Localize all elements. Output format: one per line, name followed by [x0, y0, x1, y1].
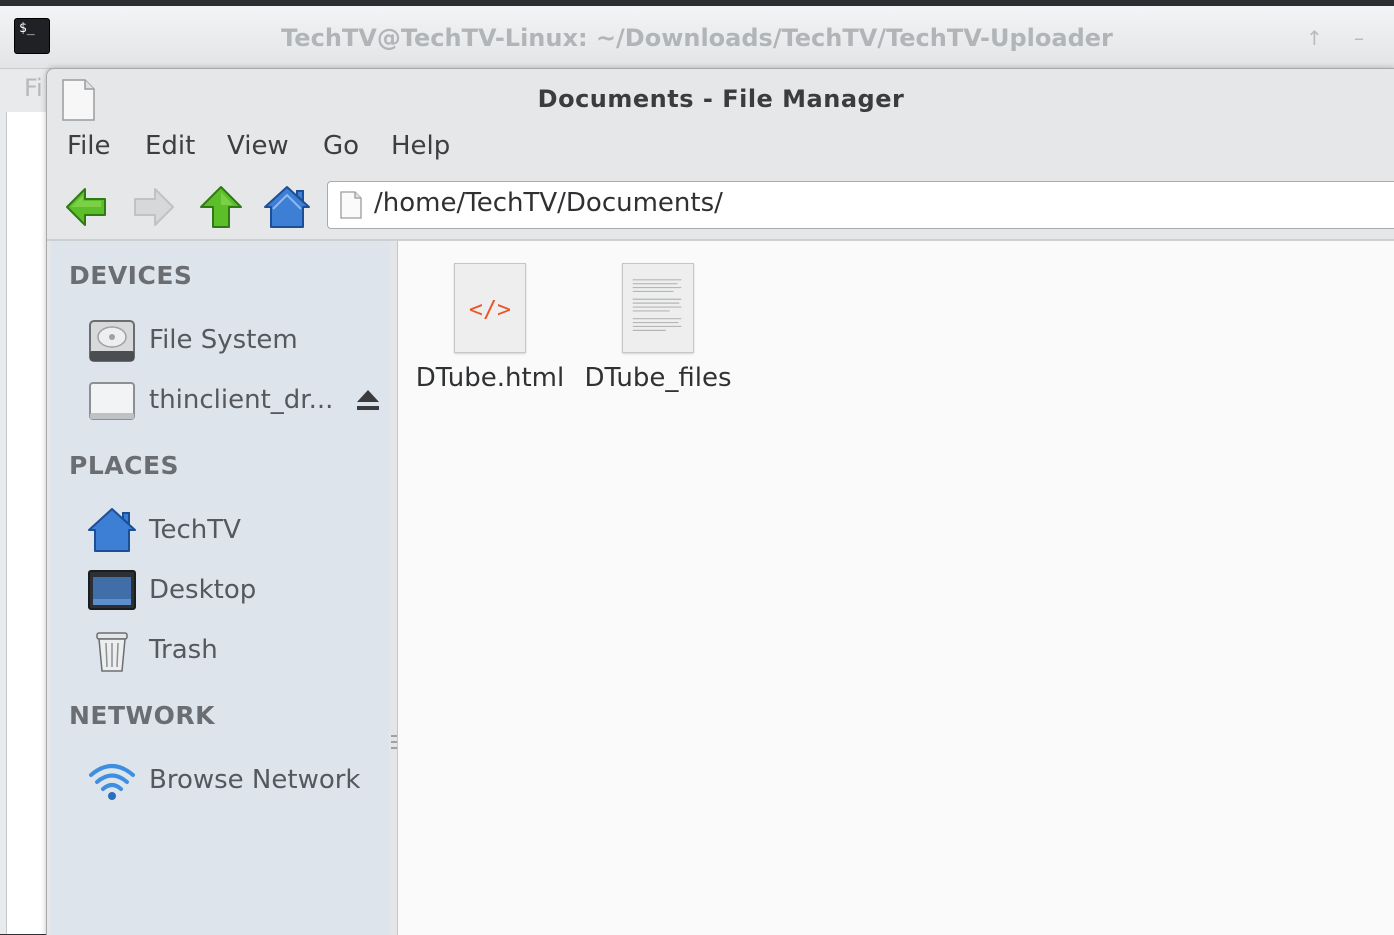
file-item-dtube-html[interactable]: </> DTube.html: [410, 259, 570, 409]
trash-icon: [87, 625, 137, 675]
places-heading: PLACES: [69, 451, 180, 480]
menu-edit[interactable]: Edit: [145, 131, 195, 161]
document-icon: [340, 191, 362, 219]
home-button[interactable]: [263, 183, 311, 231]
sidebar-item-thinclient-drive[interactable]: thinclient_dr...: [87, 373, 387, 427]
file-manager-titlebar[interactable]: Documents - File Manager: [47, 69, 1394, 129]
menu-view[interactable]: View: [227, 131, 289, 161]
maximize-arrow-icon[interactable]: ↑: [1306, 26, 1323, 50]
sidebar-item-browse-network[interactable]: Browse Network: [87, 753, 387, 807]
html-file-icon: </>: [454, 263, 526, 353]
sidebar-item-label: Trash: [149, 635, 218, 665]
menu-help[interactable]: Help: [391, 131, 450, 161]
desktop-icon: [87, 565, 137, 615]
file-view[interactable]: </> DTube.html DTube_files: [398, 241, 1394, 935]
sidebar-item-label: Desktop: [149, 575, 257, 605]
network-heading: NETWORK: [69, 701, 216, 730]
terminal-menu-file[interactable]: Fi: [24, 74, 43, 102]
home-icon: [264, 186, 310, 228]
forward-arrow-icon: [134, 188, 174, 226]
devices-heading: DEVICES: [69, 261, 193, 290]
file-name: DTube_files: [584, 363, 732, 393]
file-name: DTube.html: [415, 363, 565, 393]
forward-button[interactable]: [129, 183, 177, 231]
sidebar-item-file-system[interactable]: File System: [87, 313, 387, 367]
terminal-body[interactable]: [6, 112, 47, 934]
sidebar-item-trash[interactable]: Trash: [87, 623, 387, 677]
sidebar: DEVICES File System thinclient_dr... PLA…: [51, 241, 390, 935]
sidebar-item-techtv[interactable]: TechTV: [87, 503, 387, 557]
menu-file[interactable]: File: [67, 131, 111, 161]
file-manager-window: Documents - File Manager File Edit View …: [46, 68, 1394, 935]
back-button[interactable]: [63, 183, 111, 231]
terminal-titlebar[interactable]: $_ TechTV@TechTV-Linux: ~/Downloads/Tech…: [0, 6, 1394, 69]
terminal-title: TechTV@TechTV-Linux: ~/Downloads/TechTV/…: [281, 24, 1113, 52]
location-bar[interactable]: /home/TechTV/Documents/: [327, 181, 1394, 229]
html-glyph: </>: [469, 295, 511, 323]
sidebar-item-label: Browse Network: [149, 765, 361, 795]
text-document-icon: [622, 263, 694, 353]
sidebar-item-label: File System: [149, 325, 298, 355]
splitter-grip[interactable]: [391, 735, 397, 749]
sidebar-item-label: thinclient_dr...: [149, 385, 334, 415]
back-arrow-icon: [66, 188, 106, 226]
pane-splitter[interactable]: [389, 241, 398, 935]
sidebar-item-desktop[interactable]: Desktop: [87, 563, 387, 617]
menubar: File Edit View Go Help: [47, 129, 1394, 173]
hard-drive-icon: [87, 315, 137, 365]
removable-drive-icon: [87, 375, 137, 425]
file-item-dtube-files[interactable]: DTube_files: [578, 259, 738, 409]
window-title: Documents - File Manager: [537, 85, 905, 113]
menu-go[interactable]: Go: [323, 131, 359, 161]
home-folder-icon: [87, 505, 137, 555]
eject-icon[interactable]: [355, 387, 381, 413]
up-button[interactable]: [197, 183, 245, 231]
location-path[interactable]: /home/TechTV/Documents/: [374, 188, 723, 218]
network-wifi-icon: [87, 755, 137, 805]
toolbar: /home/TechTV/Documents/: [47, 175, 1394, 237]
sidebar-item-label: TechTV: [149, 515, 241, 545]
minimize-icon[interactable]: –: [1354, 26, 1364, 50]
up-arrow-icon: [200, 186, 242, 228]
